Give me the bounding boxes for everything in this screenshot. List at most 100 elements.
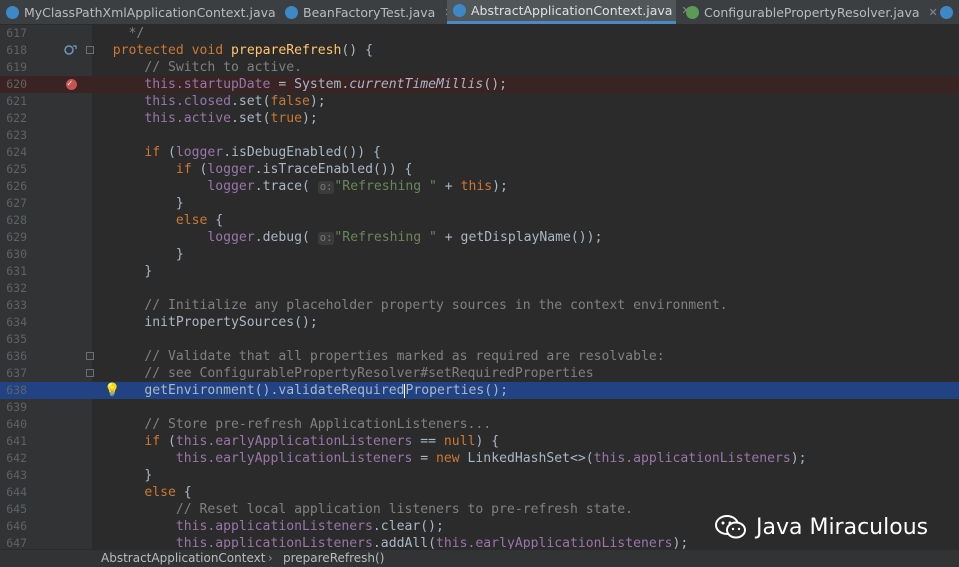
line-number: 620	[6, 77, 27, 91]
code-line: 618 protected void prepareRefresh() {	[0, 42, 959, 59]
watermark: Java Miraculous	[714, 510, 928, 544]
code-text: }	[144, 264, 153, 279]
code-line: 637 // see ConfigurablePropertyResolver#…	[0, 365, 959, 382]
line-number: 625	[6, 162, 27, 176]
code-line: 639	[0, 399, 959, 416]
code-line: 632	[0, 280, 959, 297]
tab-myclasspathxmlapplicationcontext[interactable]: MyClassPathXmlApplicationContext.java ✕	[0, 0, 294, 24]
line-number: 646	[6, 519, 27, 533]
code-text: if (logger.isTraceEnabled()) {	[175, 162, 413, 177]
line-number: 618	[6, 43, 27, 57]
code-line: 623	[0, 127, 959, 144]
line-number: 624	[6, 145, 27, 159]
code-line: 634 initPropertySources();	[0, 314, 959, 331]
code-text: else {	[175, 213, 224, 228]
line-number: 641	[6, 434, 27, 448]
code-text: else {	[144, 485, 192, 500]
fold-marker-icon[interactable]	[86, 369, 94, 377]
code-line: 636 // Validate that all properties mark…	[0, 348, 959, 365]
code-line-current: 638 💡 getEnvironment().validateRequiredP…	[0, 382, 959, 399]
code-line: 630 }	[0, 246, 959, 263]
code-line: 617 */	[0, 25, 959, 42]
class-icon	[453, 4, 466, 17]
tab-label: MyClassPathXmlApplicationContext.java	[24, 4, 276, 20]
wechat-icon	[715, 515, 746, 539]
code-text: logger.debug( o: "Refreshing " + getDispl…	[207, 230, 603, 245]
fold-marker-icon[interactable]	[86, 352, 94, 360]
line-number: 627	[6, 196, 27, 210]
code-line: 624 if (logger.isDebugEnabled()) {	[0, 144, 959, 161]
code-text: // Validate that all properties marked a…	[144, 349, 665, 364]
line-number: 621	[6, 94, 27, 108]
tab-abstractapplicationcontext[interactable]: AbstractApplicationContext.java ✕	[447, 0, 691, 24]
line-number: 635	[6, 332, 27, 346]
class-icon	[940, 5, 953, 19]
line-number: 642	[6, 451, 27, 465]
code-line: 627 }	[0, 195, 959, 212]
line-number: 631	[6, 264, 27, 278]
line-number: 633	[6, 298, 27, 312]
code-line: 619 // Switch to active.	[0, 59, 959, 76]
class-icon	[6, 5, 19, 19]
code-text: // see ConfigurablePropertyResolver#setR…	[144, 366, 594, 381]
tab-beanfactorytest[interactable]: BeanFactoryTest.java ✕	[279, 0, 454, 24]
code-line: 631 }	[0, 263, 959, 280]
breadcrumb-separator: ›	[268, 551, 273, 565]
breakpoint-icon[interactable]	[66, 76, 77, 93]
code-line: 641 if (this.earlyApplicationListeners =…	[0, 433, 959, 450]
watermark-text: Java Miraculous	[756, 514, 929, 540]
code-editor[interactable]: 617 */ 618 protected void prepareRefresh…	[0, 25, 959, 549]
code-text: initPropertySources();	[144, 315, 318, 330]
line-number: 617	[6, 26, 27, 40]
code-text: }	[175, 247, 184, 262]
code-text: getEnvironment().validateRequiredPropert…	[144, 383, 508, 398]
code-line: 635	[0, 331, 959, 348]
code-line: 633 // Initialize any placeholder proper…	[0, 297, 959, 314]
code-text: this.applicationListeners.addAll(this.ea…	[175, 536, 689, 549]
tab-configurablepropertyresolver[interactable]: ConfigurablePropertyResolver.java ✕	[680, 0, 938, 24]
code-line: 644 else {	[0, 484, 959, 501]
line-number: 637	[6, 366, 27, 380]
code-text: }	[175, 196, 184, 211]
line-number: 640	[6, 417, 27, 431]
line-number: 619	[6, 60, 27, 74]
code-text: // Store pre-refresh ApplicationListener…	[144, 417, 492, 432]
code-line: 621 this.closed.set(false);	[0, 93, 959, 110]
code-text: }	[144, 468, 153, 483]
code-text: this.applicationListeners.clear();	[175, 519, 444, 534]
tab-label: ConfigurablePropertyResolver.java	[704, 4, 920, 20]
code-text: // Reset local application listeners to …	[175, 502, 634, 517]
editor-tab-bar: MyClassPathXmlApplicationContext.java ✕ …	[0, 0, 959, 25]
code-text: this.closed.set(false);	[144, 94, 326, 109]
breadcrumb: AbstractApplicationContext › prepareRefr…	[0, 549, 959, 567]
code-text: // Switch to active.	[144, 60, 302, 75]
tab-overflow[interactable]	[934, 0, 959, 24]
line-number: 645	[6, 502, 27, 516]
line-number: 643	[6, 468, 27, 482]
override-method-icon[interactable]	[64, 44, 77, 57]
code-line: 626 logger.trace( o: "Refreshing " + this…	[0, 178, 959, 195]
code-line: 643 }	[0, 467, 959, 484]
line-number: 632	[6, 281, 27, 295]
line-number: 628	[6, 213, 27, 227]
line-number: 638	[6, 383, 27, 397]
code-line: 640 // Store pre-refresh ApplicationList…	[0, 416, 959, 433]
fold-marker-icon[interactable]	[86, 46, 94, 54]
code-text: // Initialize any placeholder property s…	[144, 298, 728, 313]
code-line: 628 else {	[0, 212, 959, 229]
code-text: if (logger.isDebugEnabled()) {	[144, 145, 381, 160]
code-text: logger.trace( o: "Refreshing " + this);	[207, 179, 508, 194]
line-number: 634	[6, 315, 27, 329]
interface-icon	[686, 5, 699, 19]
code-line: 629 logger.debug( o: "Refreshing " + getD…	[0, 229, 959, 246]
breadcrumb-item-method[interactable]: prepareRefresh()	[283, 550, 384, 567]
breadcrumb-item-class[interactable]: AbstractApplicationContext	[101, 550, 265, 567]
line-number: 626	[6, 179, 27, 193]
parameter-hint: o:	[317, 232, 335, 245]
code-line-breakpoint: 620 this.startupDate = System.currentTim…	[0, 76, 959, 93]
code-text: this.earlyApplicationListeners = new Lin…	[175, 451, 807, 466]
code-text: */	[128, 26, 145, 41]
line-number: 639	[6, 400, 27, 414]
line-number: 623	[6, 128, 27, 142]
code-line: 622 this.active.set(true);	[0, 110, 959, 127]
